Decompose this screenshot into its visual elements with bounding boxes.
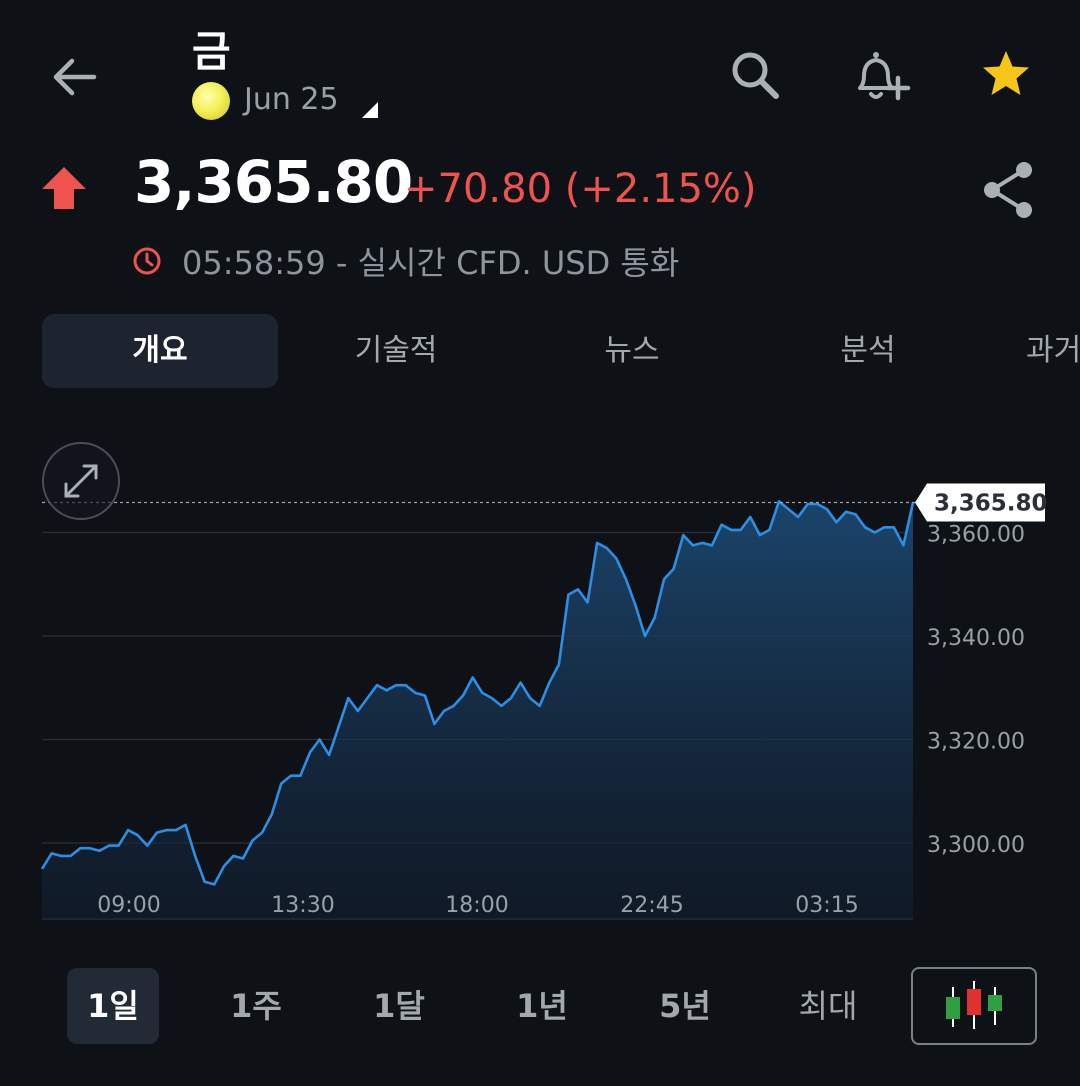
last-price-tag-label: 3,365.80 [934, 490, 1048, 516]
tab-overview[interactable]: 개요 [42, 314, 278, 388]
chart-type-button[interactable] [911, 967, 1037, 1045]
contract-month-selector[interactable]: Jun 25 [244, 82, 339, 117]
search-button[interactable] [728, 48, 784, 104]
x-tick-label: 22:45 [620, 893, 683, 918]
y-tick-label: 3,320.00 [927, 730, 1025, 755]
range-1m[interactable]: 1달 [353, 968, 445, 1044]
back-arrow-icon [53, 58, 97, 96]
price-change: +70.80 (+2.15%) [404, 166, 757, 212]
tab-historical[interactable]: 과거 [1026, 314, 1080, 388]
last-price: 3,365.80 [134, 148, 413, 216]
range-max[interactable]: 최대 [778, 968, 878, 1044]
last-price-tag: 3,365.80 [915, 483, 1048, 522]
clock-icon [132, 246, 162, 276]
x-tick-label: 03:15 [795, 893, 858, 918]
range-1y[interactable]: 1년 [496, 968, 588, 1044]
back-button[interactable] [50, 52, 100, 102]
tab-news[interactable]: 뉴스 [514, 314, 750, 388]
expand-chart-button[interactable] [42, 442, 120, 520]
gold-commodity-icon [192, 82, 230, 120]
y-tick-label: 3,360.00 [927, 523, 1025, 548]
price-up-arrow-icon [40, 165, 88, 211]
y-tick-label: 3,340.00 [927, 626, 1025, 651]
search-icon [732, 52, 779, 99]
range-1w[interactable]: 1주 [210, 968, 302, 1044]
range-5y[interactable]: 5년 [639, 968, 731, 1044]
star-icon [983, 51, 1029, 95]
watchlist-button[interactable] [980, 48, 1036, 104]
quote-timestamp: 05:58:59 - 실시간 CFD. USD 통화 [182, 244, 680, 282]
x-tick-label: 13:30 [271, 893, 334, 918]
share-icon [984, 162, 1032, 218]
range-1d[interactable]: 1일 [67, 968, 159, 1044]
price-area-fill [42, 501, 913, 919]
share-button[interactable] [980, 160, 1036, 220]
add-alert-button[interactable] [852, 48, 911, 104]
tab-analysis[interactable]: 분석 [750, 314, 986, 388]
add-alert-icon [858, 52, 911, 101]
instrument-title: 금 [192, 27, 231, 76]
candlestick-icon [946, 981, 1002, 1029]
x-tick-label: 18:00 [445, 893, 508, 918]
dropdown-caret-icon[interactable] [362, 102, 378, 118]
x-tick-label: 09:00 [97, 893, 160, 918]
tab-technical[interactable]: 기술적 [278, 314, 514, 388]
price-chart[interactable]: 3,300.00 3,320.00 3,340.00 3,360.00 09:00 13… [0, 420, 1080, 940]
y-tick-label: 3,300.00 [927, 833, 1025, 858]
expand-icon [64, 464, 98, 498]
